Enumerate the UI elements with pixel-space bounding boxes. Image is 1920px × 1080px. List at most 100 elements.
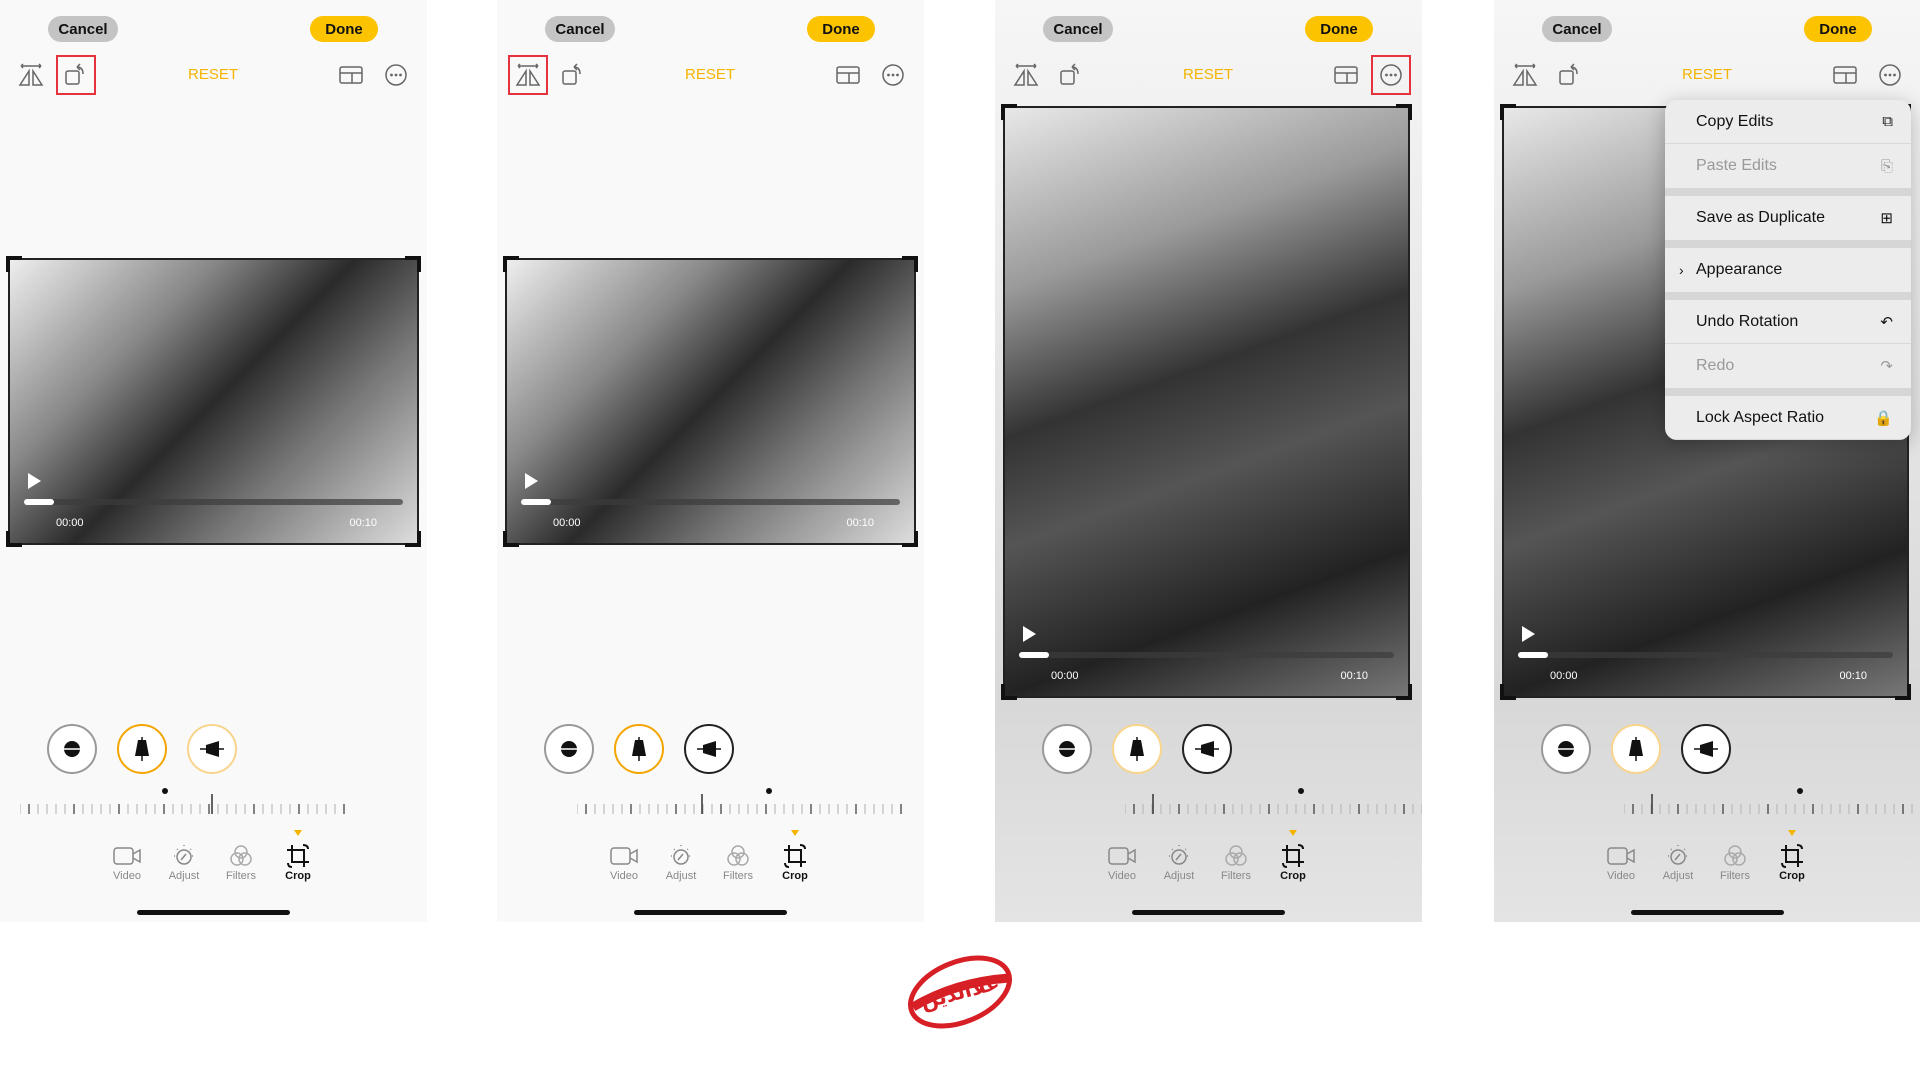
playback-scrubber[interactable] bbox=[1019, 652, 1394, 658]
menu-item-appearance[interactable]: › Appearance bbox=[1665, 248, 1911, 292]
crop-corner-handle[interactable] bbox=[1500, 684, 1516, 700]
tab-label: Filters bbox=[1221, 870, 1251, 882]
vertical-perspective-button[interactable] bbox=[117, 724, 167, 774]
play-button-icon[interactable] bbox=[525, 473, 538, 489]
tab-video[interactable]: Video bbox=[1092, 842, 1152, 882]
aspect-ratio-icon[interactable] bbox=[832, 59, 864, 91]
tab-video[interactable]: Video bbox=[97, 842, 157, 882]
straighten-button[interactable] bbox=[1042, 724, 1092, 774]
more-options-icon[interactable] bbox=[1874, 59, 1906, 91]
vertical-perspective-button[interactable] bbox=[614, 724, 664, 774]
crop-corner-handle[interactable] bbox=[1500, 104, 1516, 120]
rotation-ruler-slider[interactable] bbox=[1125, 788, 1422, 814]
menu-item-copy-edits[interactable]: Copy Edits ⧉ bbox=[1665, 100, 1911, 144]
rotation-ruler-slider[interactable] bbox=[1624, 788, 1920, 814]
done-button[interactable]: Done bbox=[1305, 16, 1373, 42]
crop-corner-handle[interactable] bbox=[6, 256, 22, 272]
tab-filters[interactable]: Filters bbox=[211, 842, 271, 882]
video-frame[interactable]: 00:00 00:10 bbox=[503, 256, 918, 547]
crop-corner-handle[interactable] bbox=[1001, 684, 1017, 700]
flip-icon[interactable] bbox=[508, 55, 548, 95]
more-options-icon[interactable] bbox=[380, 59, 412, 91]
tab-adjust[interactable]: Adjust bbox=[1648, 842, 1708, 882]
reset-button[interactable]: RESET bbox=[1674, 66, 1740, 83]
aspect-ratio-icon[interactable] bbox=[335, 59, 367, 91]
playback-scrubber[interactable] bbox=[1518, 652, 1893, 658]
horizontal-perspective-button[interactable] bbox=[1681, 724, 1731, 774]
rotate-icon[interactable] bbox=[1554, 59, 1586, 91]
menu-item-lock-aspect-ratio[interactable]: Lock Aspect Ratio 🔒 bbox=[1665, 396, 1911, 440]
playback-scrubber[interactable] bbox=[24, 499, 403, 505]
straighten-button[interactable] bbox=[544, 724, 594, 774]
menu-item-paste-edits[interactable]: Paste Edits ⎘ bbox=[1665, 144, 1911, 188]
crop-corner-handle[interactable] bbox=[1396, 104, 1412, 120]
rotate-icon[interactable] bbox=[1055, 59, 1087, 91]
crop-corner-handle[interactable] bbox=[1001, 104, 1017, 120]
tab-adjust[interactable]: Adjust bbox=[651, 842, 711, 882]
tab-crop[interactable]: Crop bbox=[1263, 830, 1323, 882]
video-frame[interactable]: 00:00 00:10 bbox=[6, 256, 421, 547]
tab-label: Video bbox=[1607, 870, 1635, 882]
flip-icon[interactable] bbox=[1509, 59, 1541, 91]
play-button-icon[interactable] bbox=[28, 473, 41, 489]
tab-crop[interactable]: Crop bbox=[765, 830, 825, 882]
crop-corner-handle[interactable] bbox=[902, 531, 918, 547]
horizontal-perspective-button[interactable] bbox=[187, 724, 237, 774]
aspect-ratio-icon[interactable] bbox=[1330, 59, 1362, 91]
more-options-icon[interactable] bbox=[1371, 55, 1411, 95]
crop-corner-handle[interactable] bbox=[1895, 684, 1911, 700]
tab-video[interactable]: Video bbox=[594, 842, 654, 882]
vertical-perspective-button[interactable] bbox=[1611, 724, 1661, 774]
crop-corner-handle[interactable] bbox=[503, 531, 519, 547]
rotate-icon[interactable] bbox=[557, 59, 589, 91]
crop-corner-handle[interactable] bbox=[6, 531, 22, 547]
done-button[interactable]: Done bbox=[1804, 16, 1872, 42]
crop-corner-handle[interactable] bbox=[902, 256, 918, 272]
cancel-button[interactable]: Cancel bbox=[1542, 16, 1612, 42]
aspect-ratio-icon[interactable] bbox=[1829, 59, 1861, 91]
tab-crop[interactable]: Crop bbox=[268, 830, 328, 882]
flip-icon[interactable] bbox=[15, 59, 47, 91]
menu-item-save-as-duplicate[interactable]: Save as Duplicate ⊞ bbox=[1665, 196, 1911, 240]
tab-filters[interactable]: Filters bbox=[1206, 842, 1266, 882]
done-button[interactable]: Done bbox=[807, 16, 875, 42]
rotate-icon[interactable] bbox=[56, 55, 96, 95]
home-indicator bbox=[634, 910, 787, 915]
tab-crop[interactable]: Crop bbox=[1762, 830, 1822, 882]
play-button-icon[interactable] bbox=[1023, 626, 1036, 642]
duplicate-icon: ⊞ bbox=[1880, 210, 1893, 227]
more-options-icon[interactable] bbox=[877, 59, 909, 91]
playback-scrubber[interactable] bbox=[521, 499, 900, 505]
video-frame[interactable]: 00:00 00:10 bbox=[1001, 104, 1412, 700]
reset-button[interactable]: RESET bbox=[1175, 66, 1241, 83]
tab-adjust[interactable]: Adjust bbox=[154, 842, 214, 882]
crop-corner-handle[interactable] bbox=[503, 256, 519, 272]
straighten-button[interactable] bbox=[1541, 724, 1591, 774]
straighten-button[interactable] bbox=[47, 724, 97, 774]
menu-item-redo[interactable]: Redo ↷ bbox=[1665, 344, 1911, 388]
crop-corner-handle[interactable] bbox=[1396, 684, 1412, 700]
tab-filters[interactable]: Filters bbox=[708, 842, 768, 882]
horizontal-perspective-button[interactable] bbox=[684, 724, 734, 774]
paste-edits-icon: ⎘ bbox=[1880, 157, 1893, 175]
cancel-button[interactable]: Cancel bbox=[1043, 16, 1113, 42]
tab-filters[interactable]: Filters bbox=[1705, 842, 1765, 882]
crop-corner-handle[interactable] bbox=[405, 531, 421, 547]
play-button-icon[interactable] bbox=[1522, 626, 1535, 642]
horizontal-perspective-button[interactable] bbox=[1182, 724, 1232, 774]
rotation-ruler-slider[interactable] bbox=[20, 788, 350, 814]
menu-item-label: Appearance bbox=[1696, 261, 1783, 278]
done-button[interactable]: Done bbox=[310, 16, 378, 42]
vertical-perspective-button[interactable] bbox=[1112, 724, 1162, 774]
tab-adjust[interactable]: Adjust bbox=[1149, 842, 1209, 882]
rotation-ruler-slider[interactable] bbox=[577, 788, 907, 814]
reset-button[interactable]: RESET bbox=[180, 66, 246, 83]
menu-item-undo-rotation[interactable]: Undo Rotation ↶ bbox=[1665, 300, 1911, 344]
cancel-button[interactable]: Cancel bbox=[48, 16, 118, 42]
cancel-button[interactable]: Cancel bbox=[545, 16, 615, 42]
menu-item-label: Lock Aspect Ratio bbox=[1696, 408, 1825, 426]
reset-button[interactable]: RESET bbox=[677, 66, 743, 83]
tab-video[interactable]: Video bbox=[1591, 842, 1651, 882]
flip-icon[interactable] bbox=[1010, 59, 1042, 91]
crop-corner-handle[interactable] bbox=[405, 256, 421, 272]
